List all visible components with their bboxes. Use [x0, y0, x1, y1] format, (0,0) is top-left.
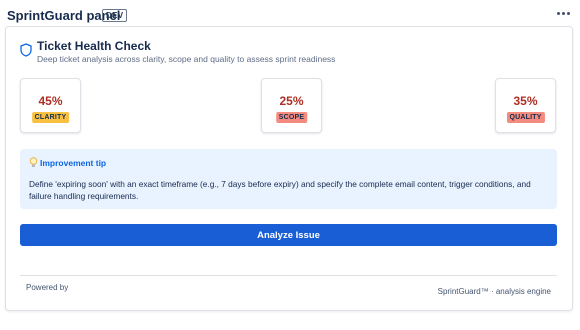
metric-label: SCOPE [275, 112, 308, 123]
tip-title: Improvement tip [40, 158, 107, 168]
metric-label: CLARITY [31, 112, 70, 123]
analyze-issue-button[interactable]: Analyze Issue [20, 224, 557, 246]
improvement-tip: Improvement tip Define 'expiring soon' w… [20, 149, 557, 209]
metric-scope: 25% SCOPE [261, 78, 322, 133]
metric-label: QUALITY [506, 112, 545, 123]
metric-clarity: 45% CLARITY [20, 78, 81, 133]
panel-header: SprintGuard panel DEV [0, 0, 580, 28]
tip-body: Define 'expiring soon' with an exact tim… [29, 179, 531, 201]
health-check-card: Ticket Health Check Deep ticket analysis… [5, 26, 573, 311]
more-horizontal-icon [556, 11, 560, 15]
card-title: Ticket Health Check [37, 39, 151, 53]
card-subtitle: Deep ticket analysis across clarity, sco… [37, 54, 336, 64]
metric-value: 35% [513, 94, 538, 108]
env-badge: DEV [102, 9, 128, 22]
powered-by-label: Powered by [26, 283, 69, 292]
engine-credit: SprintGuard™ · analysis engine [437, 287, 551, 296]
lightbulb-icon [29, 157, 38, 167]
footer-divider [20, 275, 557, 276]
more-actions-button[interactable] [555, 5, 571, 21]
metric-value: 25% [279, 94, 304, 108]
shield-icon [20, 43, 32, 57]
metric-quality: 35% QUALITY [495, 78, 556, 133]
metric-value: 45% [38, 94, 63, 108]
